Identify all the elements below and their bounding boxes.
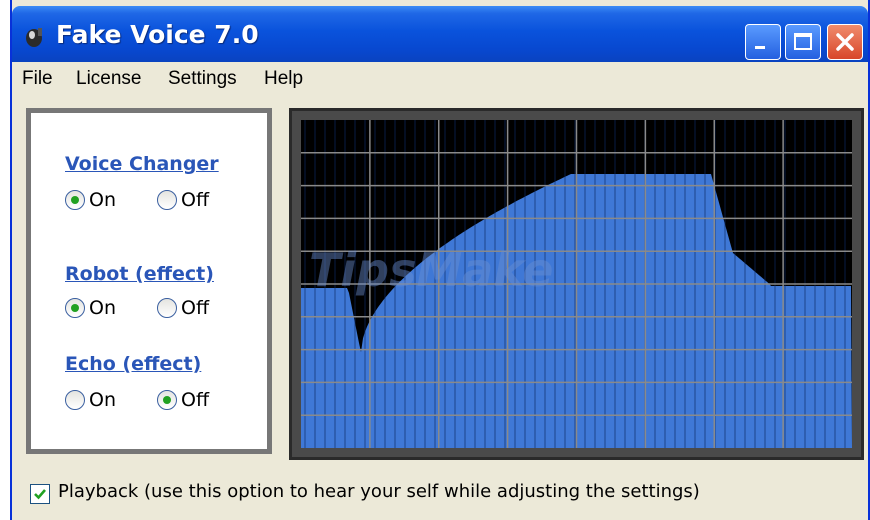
- window-title: Fake Voice 7.0: [56, 20, 259, 49]
- menu-file[interactable]: File: [22, 68, 53, 90]
- voice-changer-options: On Off: [65, 189, 265, 213]
- radio-unselected-icon: [157, 298, 177, 318]
- radio-selected-icon: [65, 298, 85, 318]
- maximize-button[interactable]: [785, 24, 821, 60]
- robot-effect-heading: Robot (effect): [65, 263, 214, 285]
- maximize-icon: [794, 33, 812, 50]
- effects-panel: Voice Changer On Off Robot (effect) On O…: [26, 108, 272, 454]
- watermark-text: TipsMake: [309, 243, 553, 297]
- checkmark-icon: [34, 489, 46, 500]
- menu-license[interactable]: License: [76, 68, 142, 90]
- radio-label: Off: [181, 297, 210, 319]
- radio-label: On: [89, 189, 116, 211]
- radio-selected-icon: [157, 390, 177, 410]
- app-window: Fake Voice 7.0 File License Settings Hel…: [10, 0, 870, 520]
- minimize-icon: [755, 46, 765, 49]
- echo-effect-options: On Off: [65, 389, 265, 413]
- menu-settings[interactable]: Settings: [168, 68, 237, 90]
- menu-bar: File License Settings Help: [12, 62, 868, 96]
- radio-label: On: [89, 297, 116, 319]
- radio-unselected-icon: [157, 190, 177, 210]
- close-button[interactable]: [827, 24, 863, 60]
- radio-selected-icon: [65, 190, 85, 210]
- close-icon: [836, 33, 854, 51]
- radio-label: On: [89, 389, 116, 411]
- app-icon: [26, 28, 42, 47]
- playback-checkbox[interactable]: [30, 484, 50, 504]
- radio-label: Off: [181, 189, 210, 211]
- menu-help[interactable]: Help: [264, 68, 303, 90]
- spectrum-display: TipsMake: [301, 120, 852, 448]
- playback-label[interactable]: Playback (use this option to hear your s…: [58, 481, 700, 502]
- minimize-button[interactable]: [745, 24, 781, 60]
- robot-effect-options: On Off: [65, 297, 265, 321]
- radio-label: Off: [181, 389, 210, 411]
- title-bar[interactable]: Fake Voice 7.0: [12, 6, 868, 68]
- radio-unselected-icon: [65, 390, 85, 410]
- spectrum-visualizer: TipsMake: [289, 108, 864, 460]
- echo-effect-heading: Echo (effect): [65, 353, 202, 375]
- voice-changer-heading: Voice Changer: [65, 153, 219, 175]
